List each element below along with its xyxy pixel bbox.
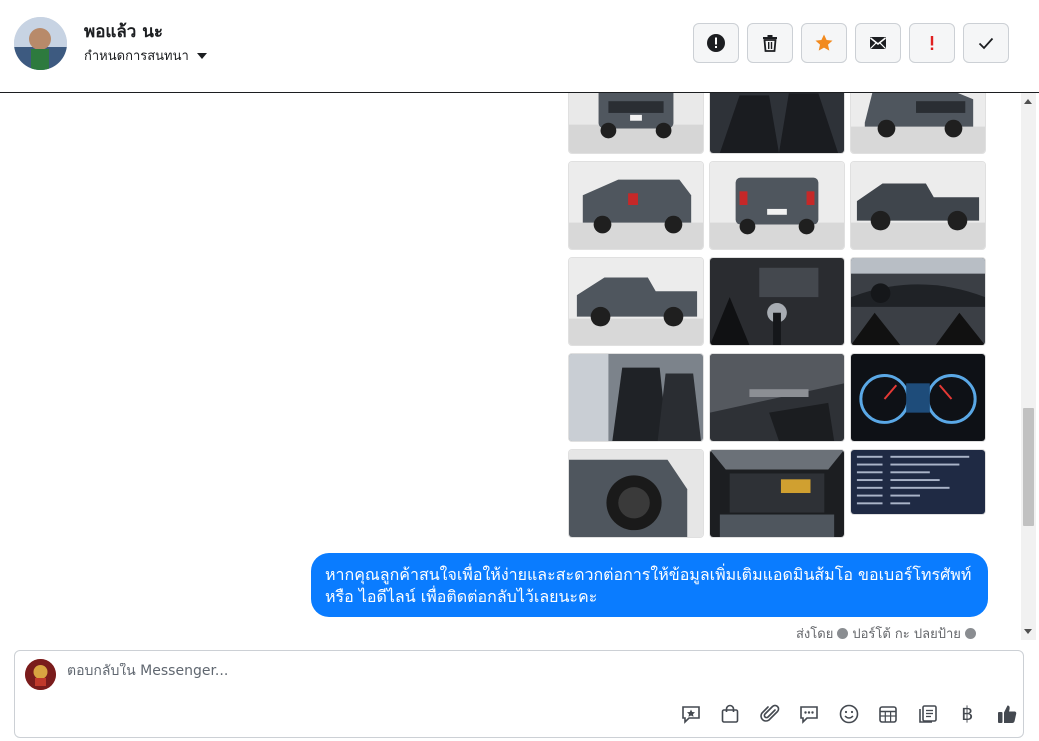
photo-truck-rear[interactable] <box>709 161 845 250</box>
attachment-icon <box>759 704 780 722</box>
photo-dashboard[interactable] <box>850 257 986 346</box>
star-icon <box>815 34 833 51</box>
page-avatar <box>25 659 56 690</box>
sent-by-name: ปอร์โต้ กะ ปลยป้าย <box>852 627 961 640</box>
quick-reply-button[interactable] <box>671 701 711 727</box>
message-thread[interactable]: หากคุณลูกค้าสนใจเพื่อให้ง่ายและสะดวกต่อก… <box>0 93 1021 640</box>
mark-important-button[interactable] <box>909 23 955 63</box>
scrollbar-thumb[interactable] <box>1023 408 1034 526</box>
mark-done-button[interactable] <box>963 23 1009 63</box>
image-attachment-grid <box>568 93 986 538</box>
sent-by-info: ส่งโดย ปอร์โต้ กะ ปลยป้าย <box>796 623 976 640</box>
mark-unread-button[interactable] <box>855 23 901 63</box>
conversation-label-dropdown[interactable]: กำหนดการสนทนา <box>84 45 207 66</box>
sent-by-prefix: ส่งโดย <box>796 627 834 640</box>
trash-icon <box>763 35 777 52</box>
template-icon <box>918 705 937 723</box>
photo-truck-side[interactable] <box>850 161 986 250</box>
caret-down-icon <box>196 52 207 59</box>
mark-spam-button[interactable] <box>693 23 739 63</box>
photo-truck-rear-angle[interactable] <box>568 161 704 250</box>
envelope-icon <box>870 37 886 49</box>
appointment-icon <box>879 706 898 723</box>
thumbs-up-icon <box>997 705 1017 723</box>
scroll-up-arrow-icon[interactable] <box>1024 99 1032 104</box>
template-button[interactable] <box>908 701 948 727</box>
outgoing-message-bubble[interactable]: หากคุณลูกค้าสนใจเพื่อให้ง่ายและสะดวกต่อก… <box>311 553 988 617</box>
composer-toolbar: ฿ <box>671 701 1027 727</box>
quick-reply-icon <box>681 706 700 724</box>
attach-button[interactable] <box>750 701 790 727</box>
star-button[interactable] <box>801 23 847 63</box>
photo-truck-side-profile[interactable] <box>568 257 704 346</box>
contact-avatar[interactable] <box>14 17 67 70</box>
reply-input[interactable] <box>67 663 667 679</box>
checkmark-icon <box>978 37 994 50</box>
like-button[interactable] <box>987 701 1027 727</box>
payment-button[interactable]: ฿ <box>948 701 988 727</box>
photo-gear-shifter[interactable] <box>709 257 845 346</box>
exclamation-icon <box>930 36 934 50</box>
photo-truck-front[interactable] <box>568 93 704 154</box>
saved-replies-icon <box>800 706 819 724</box>
saved-replies-button[interactable] <box>790 701 830 727</box>
photo-spec-sheet[interactable] <box>850 449 986 515</box>
photo-gauge-cluster[interactable] <box>850 353 986 442</box>
contact-name: พอแล้ว นะ <box>84 22 164 42</box>
photo-interior-seats[interactable] <box>709 93 845 154</box>
shop-button[interactable] <box>711 701 751 727</box>
delete-button[interactable] <box>747 23 793 63</box>
thread-scrollbar[interactable] <box>1021 93 1036 640</box>
conversation-label-text: กำหนดการสนทนา <box>84 49 189 64</box>
photo-truck-front-angle[interactable] <box>850 93 986 154</box>
photo-door-panel[interactable] <box>709 353 845 442</box>
scroll-down-arrow-icon[interactable] <box>1024 629 1032 634</box>
user-icon <box>837 628 849 639</box>
message-text: หากคุณลูกค้าสนใจเพื่อให้ง่ายและสะดวกต่อก… <box>325 565 972 606</box>
conversation-header: พอแล้ว นะ กำหนดการสนทนา <box>0 0 1039 93</box>
photo-engine-bay[interactable] <box>709 449 845 538</box>
reply-composer: ฿ <box>14 650 1024 738</box>
appointment-button[interactable] <box>869 701 909 727</box>
shop-bag-icon <box>721 704 739 723</box>
photo-front-seats[interactable] <box>568 353 704 442</box>
emoji-button[interactable] <box>829 701 869 727</box>
photo-wheel-closeup[interactable] <box>568 449 704 538</box>
baht-icon: ฿ <box>961 703 974 725</box>
help-icon[interactable] <box>964 628 976 639</box>
alert-circle-icon <box>707 34 725 52</box>
emoji-icon <box>839 704 859 724</box>
header-actions <box>693 23 1009 63</box>
